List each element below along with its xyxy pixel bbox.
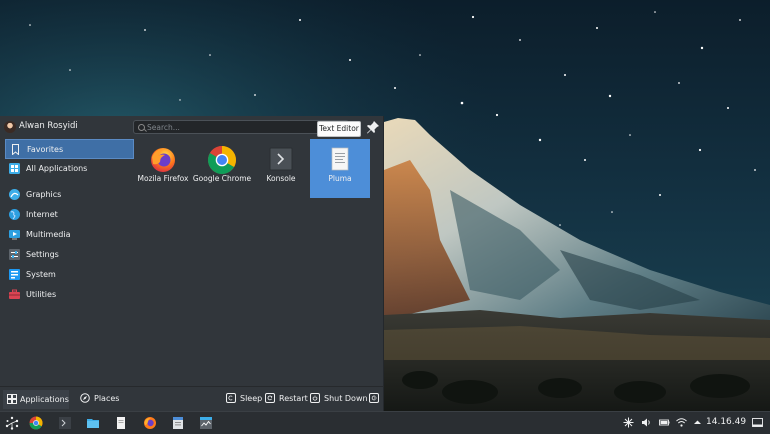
app-label: Mozila Firefox (137, 174, 189, 183)
action-label: Restart (279, 394, 308, 403)
application-launcher-menu: Alwan Rosyidi Favorites All Applications (0, 116, 384, 411)
category-favorites[interactable]: Favorites (5, 139, 134, 159)
globe-icon (9, 209, 20, 220)
show-desktop-icon[interactable] (752, 417, 763, 428)
bookmark-icon (12, 144, 19, 155)
category-label: Graphics (26, 190, 62, 199)
text-editor-icon[interactable] (171, 416, 185, 430)
grid-icon (9, 163, 20, 174)
sleep-icon (226, 393, 236, 403)
app-label: Konsole (266, 174, 296, 183)
category-graphics[interactable]: Graphics (5, 185, 134, 205)
category-label: Internet (26, 210, 58, 219)
wifi-icon[interactable] (676, 417, 687, 428)
volume-icon[interactable] (641, 417, 652, 428)
category-all-applications[interactable]: All Applications (5, 159, 134, 179)
compass-icon (80, 393, 90, 403)
category-utilities[interactable]: Utilities (5, 285, 134, 305)
expand-tray-icon[interactable] (692, 417, 703, 428)
tab-places[interactable]: Places (80, 392, 130, 406)
grid-icon (7, 394, 17, 404)
tab-label: Places (94, 394, 120, 403)
pin-icon[interactable] (366, 120, 380, 134)
favorite-app-chrome[interactable]: Google Chrome (192, 139, 252, 198)
chrome-icon (208, 146, 236, 174)
app-label: Pluma (328, 174, 352, 183)
app-label: Google Chrome (192, 174, 252, 183)
application-launcher-icon[interactable] (5, 416, 19, 430)
terminal-icon (269, 147, 293, 171)
multimedia-icon (9, 230, 20, 240)
file-manager-icon[interactable] (86, 416, 100, 430)
text-editor-icon (331, 147, 349, 171)
action-label: Shut Down (324, 394, 368, 403)
taskbar: 14.16.49 (0, 411, 770, 434)
system-icon (9, 269, 20, 280)
category-multimedia[interactable]: Multimedia (5, 225, 134, 245)
category-system[interactable]: System (5, 265, 134, 285)
clock[interactable]: 14.16.49 (706, 417, 746, 427)
power-icon (310, 393, 320, 403)
chrome-icon[interactable] (29, 416, 43, 430)
favorite-app-pluma[interactable]: Pluma (310, 139, 370, 198)
restart-button[interactable]: Restart (265, 392, 308, 406)
settings-icon (9, 249, 20, 260)
shut-down-button[interactable]: Shut Down (310, 392, 368, 406)
leave-menu-button[interactable] (369, 392, 381, 406)
tab-applications[interactable]: Applications (3, 390, 69, 409)
system-monitor-icon[interactable] (199, 416, 213, 430)
restart-icon (265, 393, 275, 403)
favorite-app-konsole[interactable]: Konsole (251, 139, 311, 198)
sleep-button[interactable]: Sleep (226, 392, 263, 406)
tab-label: Applications (20, 395, 69, 404)
search-icon (138, 124, 145, 131)
category-label: All Applications (26, 164, 88, 173)
user-name: Alwan Rosyidi (19, 121, 78, 131)
category-label: Favorites (27, 145, 64, 154)
category-internet[interactable]: Internet (5, 205, 134, 225)
terminal-icon[interactable] (58, 416, 72, 430)
search-input[interactable] (147, 121, 337, 133)
category-label: Multimedia (26, 230, 71, 239)
favorite-app-firefox[interactable]: Mozila Firefox (133, 139, 193, 198)
network-share-icon[interactable] (623, 417, 634, 428)
toolbox-icon (9, 289, 20, 299)
firefox-icon[interactable] (143, 416, 157, 430)
category-label: Utilities (26, 290, 57, 299)
leave-icon (369, 393, 379, 403)
firefox-icon (151, 148, 175, 172)
action-label: Sleep (240, 394, 263, 403)
category-label: System (26, 270, 56, 279)
category-settings[interactable]: Settings (5, 245, 134, 265)
category-label: Settings (26, 250, 59, 259)
battery-icon[interactable] (659, 417, 670, 428)
document-icon[interactable] (114, 416, 128, 430)
graphics-icon (9, 189, 20, 200)
tooltip: Text Editor (317, 121, 361, 137)
user-avatar[interactable] (4, 121, 16, 133)
launcher-footer: Applications Places Sleep Restart Shut D… (0, 386, 384, 412)
